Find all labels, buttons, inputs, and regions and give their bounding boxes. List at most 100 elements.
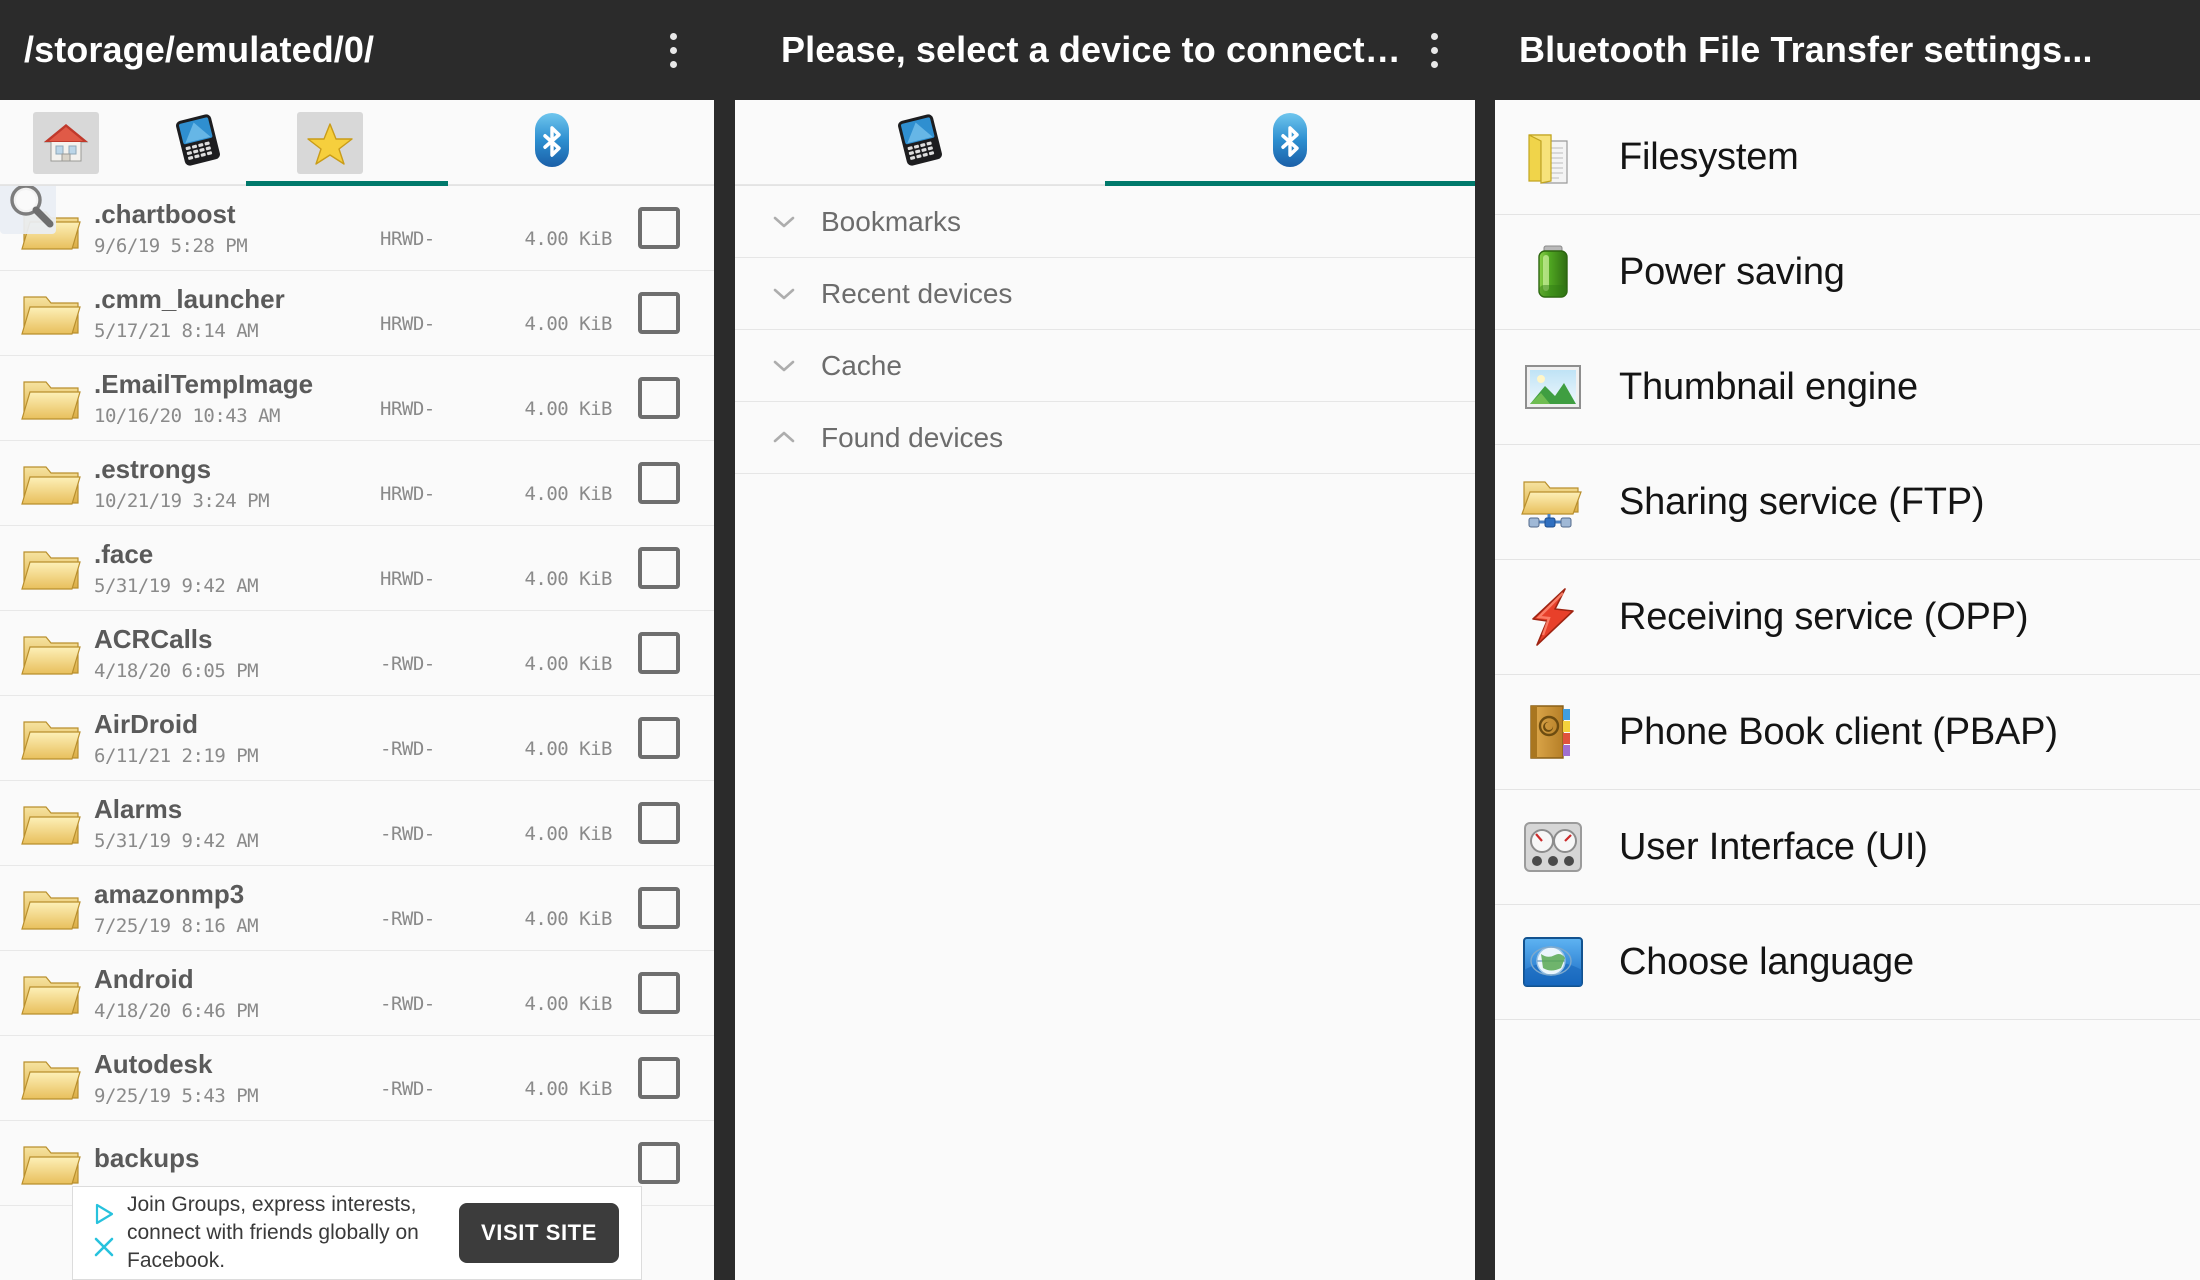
device-icon — [891, 111, 949, 174]
table-row[interactable]: .EmailTempImage 10/16/20 10:43 AM HRWD- 4.0… — [0, 356, 714, 441]
row-checkbox[interactable] — [638, 887, 680, 929]
row-checkbox[interactable] — [638, 802, 680, 844]
close-icon[interactable] — [92, 1235, 116, 1264]
file-date: 10/21/19 3:24 PM — [94, 489, 270, 512]
settings-label: Thumbnail engine — [1619, 365, 1918, 408]
file-size: 4.00 KiB — [524, 313, 612, 335]
home-icon — [33, 111, 99, 174]
file-date: 5/17/21 8:14 AM — [94, 319, 259, 342]
file-size: 4.00 KiB — [524, 398, 612, 420]
file-permissions: HRWD- — [380, 483, 435, 505]
tab-device[interactable] — [735, 100, 1105, 186]
settings-row[interactable]: Thumbnail engine — [1495, 330, 2200, 445]
device-icon — [169, 111, 227, 174]
ad-marks — [73, 1186, 127, 1280]
settings-list[interactable]: Filesystem Power saving Thumbnail engine — [1495, 100, 2200, 1020]
table-row[interactable]: .estrongs 10/21/19 3:24 PM HRWD- 4.00 KiB — [0, 441, 714, 526]
settings-row[interactable]: Choose language — [1495, 905, 2200, 1020]
overflow-menu-icon[interactable] — [656, 24, 690, 76]
table-row[interactable]: ACRCalls 4/18/20 6:05 PM -RWD- 4.00 KiB — [0, 611, 714, 696]
adchoices-play-icon[interactable] — [92, 1202, 116, 1231]
table-row[interactable]: Alarms 5/31/19 9:42 AM -RWD- 4.00 KiB — [0, 781, 714, 866]
device-panel-titlebar: Please, select a device to connect to... — [735, 0, 1475, 100]
settings-row[interactable]: Filesystem — [1495, 100, 2200, 215]
folder-icon — [14, 706, 90, 770]
row-checkbox[interactable] — [638, 547, 680, 589]
row-checkbox[interactable] — [638, 462, 680, 504]
row-checkbox[interactable] — [638, 377, 680, 419]
folder-icon — [14, 621, 90, 685]
ad-banner[interactable]: Join Groups, express interests, connect … — [72, 1186, 642, 1280]
chevron-down-icon[interactable] — [761, 343, 807, 389]
visit-site-button[interactable]: VISIT SITE — [458, 1203, 619, 1263]
file-permissions: -RWD- — [380, 738, 435, 760]
settings-label: Sharing service (FTP) — [1619, 480, 1985, 523]
settings-row[interactable]: Phone Book client (PBAP) — [1495, 675, 2200, 790]
file-date: 5/31/19 9:42 AM — [94, 829, 259, 852]
folder-icon — [14, 536, 90, 600]
tab-bluetooth[interactable] — [486, 100, 618, 186]
file-size: 4.00 KiB — [524, 653, 612, 675]
folder-document-icon — [1505, 125, 1601, 189]
overflow-menu-icon[interactable] — [1417, 24, 1451, 76]
file-size: 4.00 KiB — [524, 993, 612, 1015]
tab-favorites[interactable] — [246, 100, 448, 186]
ad-text: Join Groups, express interests, connect … — [127, 1193, 419, 1272]
row-checkbox[interactable] — [638, 972, 680, 1014]
file-name: Alarms — [94, 793, 183, 824]
file-size: 4.00 KiB — [524, 1078, 612, 1100]
row-checkbox[interactable] — [638, 1057, 680, 1099]
chevron-up-icon[interactable] — [761, 415, 807, 461]
folder-network-icon — [1505, 470, 1601, 534]
file-size: 4.00 KiB — [524, 823, 612, 845]
chevron-down-icon[interactable] — [761, 271, 807, 317]
tab-device[interactable] — [132, 100, 264, 186]
device-group-label: Cache — [821, 349, 902, 381]
file-name: .estrongs — [94, 453, 212, 484]
file-list[interactable]: .chartboost 9/6/19 5:28 PM HRWD- 4.00 KiB .… — [0, 186, 714, 1280]
file-name: backups — [94, 1143, 200, 1173]
table-row[interactable]: AirDroid 6/11/21 2:19 PM -RWD- 4.00 KiB — [0, 696, 714, 781]
device-group-row[interactable]: Bookmarks — [735, 186, 1475, 258]
chevron-down-icon[interactable] — [761, 199, 807, 245]
row-checkbox[interactable] — [638, 1142, 680, 1184]
tab-bluetooth[interactable] — [1105, 100, 1475, 186]
file-browser-panel: /storage/emulated/0/ .chartboost 9/6/19 … — [0, 0, 714, 1280]
device-group-list[interactable]: Bookmarks Recent devices Cache Found device… — [735, 186, 1475, 474]
file-name: .face — [94, 538, 154, 569]
settings-row[interactable]: Sharing service (FTP) — [1495, 445, 2200, 560]
table-row[interactable]: .cmm_launcher 5/17/21 8:14 AM HRWD- 4.00 Ki… — [0, 271, 714, 356]
folder-icon — [14, 791, 90, 855]
table-row[interactable]: .face 5/31/19 9:42 AM HRWD- 4.00 KiB — [0, 526, 714, 611]
row-checkbox[interactable] — [638, 207, 680, 249]
file-date: 4/18/20 6:46 PM — [94, 999, 259, 1022]
row-checkbox[interactable] — [638, 632, 680, 674]
tab-home[interactable] — [0, 100, 132, 186]
folder-search-icon — [14, 196, 90, 260]
screen: /storage/emulated/0/ .chartboost 9/6/19 … — [0, 0, 2200, 1280]
settings-label: User Interface (UI) — [1619, 825, 1928, 868]
settings-row[interactable]: Power saving — [1495, 215, 2200, 330]
table-row[interactable]: Android 4/18/20 6:46 PM -RWD- 4.00 KiB — [0, 951, 714, 1036]
file-name: ACRCalls — [94, 623, 213, 654]
address-book-icon — [1505, 700, 1601, 764]
device-group-row[interactable]: Found devices — [735, 402, 1475, 474]
file-permissions: HRWD- — [380, 228, 435, 250]
settings-label: Power saving — [1619, 250, 1845, 293]
settings-row[interactable]: Receiving service (OPP) — [1495, 560, 2200, 675]
bluetooth-icon — [1268, 111, 1312, 174]
settings-label: Choose language — [1619, 940, 1914, 983]
row-checkbox[interactable] — [638, 717, 680, 759]
device-group-row[interactable]: Recent devices — [735, 258, 1475, 330]
settings-row[interactable]: User Interface (UI) — [1495, 790, 2200, 905]
row-checkbox[interactable] — [638, 292, 680, 334]
star-icon — [297, 111, 363, 174]
table-row[interactable]: Autodesk 9/25/19 5:43 PM -RWD- 4.00 KiB — [0, 1036, 714, 1121]
folder-icon — [14, 451, 90, 515]
table-row[interactable]: .chartboost 9/6/19 5:28 PM HRWD- 4.00 KiB — [0, 186, 714, 271]
table-row[interactable]: amazonmp3 7/25/19 8:16 AM -RWD- 4.00 KiB — [0, 866, 714, 951]
device-group-row[interactable]: Cache — [735, 330, 1475, 402]
folder-icon — [14, 876, 90, 940]
file-permissions: HRWD- — [380, 313, 435, 335]
file-date: 6/11/21 2:19 PM — [94, 744, 259, 767]
